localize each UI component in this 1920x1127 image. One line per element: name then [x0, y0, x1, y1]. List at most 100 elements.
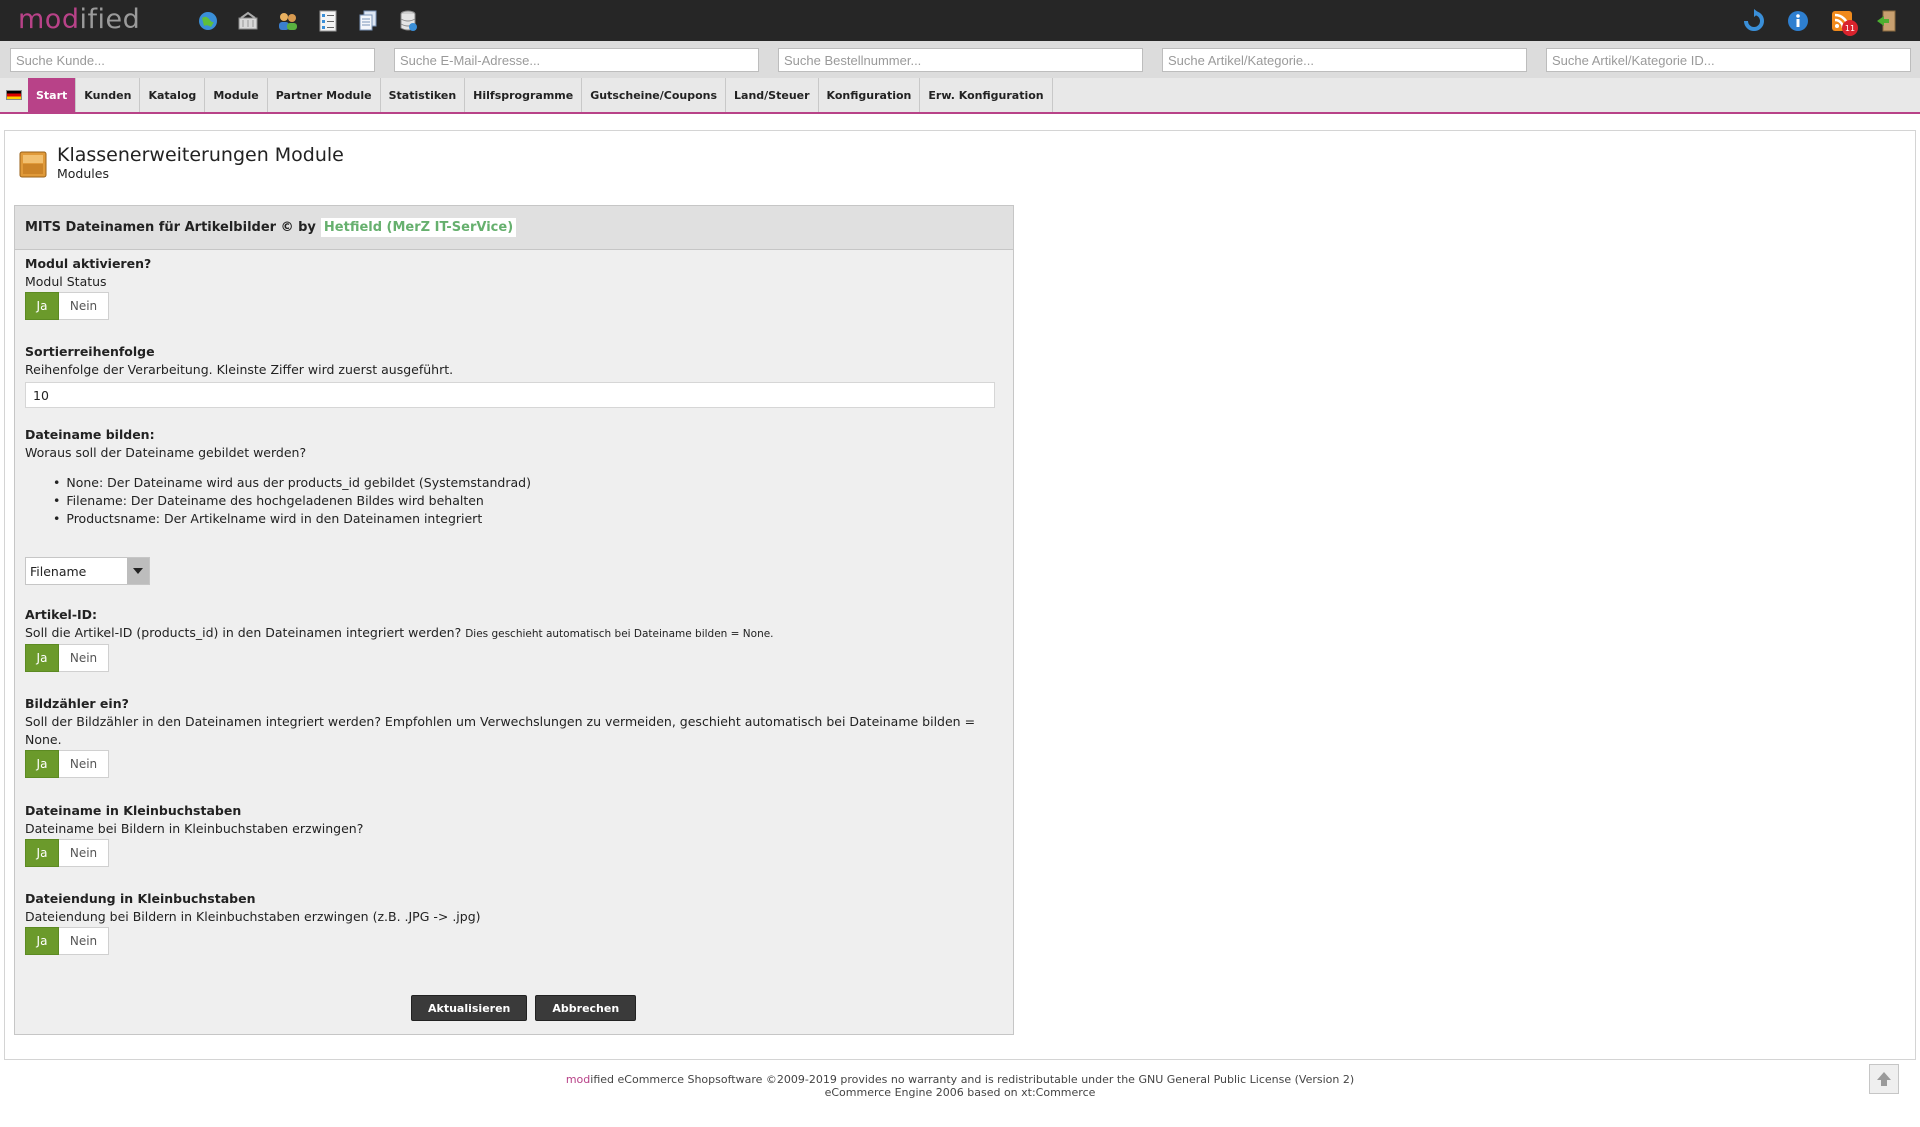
rss-count-badge: 11: [1842, 20, 1858, 36]
toggle-yes-button[interactable]: Ja: [25, 839, 59, 867]
field-desc: Woraus soll der Dateiname gebildet werde…: [25, 445, 307, 460]
nav-partner-module[interactable]: Partner Module: [268, 78, 381, 112]
field-label: Modul aktivieren?: [25, 256, 152, 271]
field-desc: Soll die Artikel-ID (products_id) in den…: [25, 624, 774, 643]
database-icon[interactable]: [394, 9, 422, 33]
lower-ext-toggle: Ja Nein: [25, 927, 481, 955]
field-desc: Dateiendung bei Bildern in Kleinbuchstab…: [25, 909, 481, 924]
field-label: Dateiname bilden:: [25, 427, 155, 442]
list-item: None: Der Dateiname wird aus der product…: [53, 474, 531, 492]
language-flag-icon[interactable]: [0, 78, 28, 112]
refresh-icon[interactable]: [1740, 8, 1768, 34]
search-email-input[interactable]: [394, 48, 759, 72]
footer-line-2: eCommerce Engine 2006 based on xt:Commer…: [824, 1086, 1096, 1099]
toggle-yes-button[interactable]: Ja: [25, 644, 59, 672]
globe-icon[interactable]: [194, 9, 222, 33]
page-subtitle: Modules: [57, 166, 109, 181]
field-note: Dies geschieht automatisch bei Dateiname…: [465, 628, 774, 640]
info-icon[interactable]: [1784, 8, 1812, 34]
users-icon[interactable]: [274, 9, 302, 33]
logo-ified-text: ified: [79, 4, 141, 35]
top-bar: modified 11: [0, 0, 1920, 41]
logout-icon[interactable]: [1872, 8, 1900, 34]
form-actions: Aktualisieren Abbrechen: [411, 995, 637, 1021]
toggle-no-button[interactable]: Nein: [59, 927, 109, 955]
filename-select[interactable]: Filename: [25, 557, 150, 585]
nav-kunden[interactable]: Kunden: [76, 78, 141, 112]
nav-statistiken[interactable]: Statistiken: [381, 78, 466, 112]
select-value: Filename: [30, 563, 87, 579]
field-lower-ext: Dateiendung in Kleinbuchstaben Dateiendu…: [25, 890, 481, 955]
footer-line-1: modified eCommerce Shopsoftware ©2009-20…: [0, 1073, 1920, 1086]
search-bar: [0, 41, 1920, 78]
article-id-toggle: Ja Nein: [25, 644, 774, 672]
footer-brand: mod: [565, 1073, 591, 1086]
field-desc: Modul Status: [25, 274, 107, 289]
field-filename: Dateiname bilden: Woraus soll der Datein…: [25, 426, 531, 528]
search-order-input[interactable]: [778, 48, 1143, 72]
cancel-button[interactable]: Abbrechen: [535, 995, 637, 1021]
toggle-no-button[interactable]: Nein: [59, 839, 109, 867]
page-title: Klassenerweiterungen Module: [57, 144, 344, 166]
documents-icon[interactable]: [354, 9, 382, 33]
footer: modified eCommerce Shopsoftware ©2009-20…: [0, 1073, 1920, 1099]
field-label: Dateiname in Kleinbuchstaben: [25, 803, 242, 818]
box-header: MITS Dateinamen für Artikelbilder © by H…: [15, 206, 1013, 250]
toggle-yes-button[interactable]: Ja: [25, 927, 59, 955]
lower-name-toggle: Ja Nein: [25, 839, 363, 867]
page-header: Klassenerweiterungen Module Modules: [18, 143, 344, 181]
nav-module[interactable]: Module: [205, 78, 268, 112]
footer-text: ified eCommerce Shopsoftware ©2009-2019 …: [590, 1073, 1355, 1086]
search-article-id-input[interactable]: [1546, 48, 1911, 72]
list-item: Filename: Der Dateiname des hochgeladene…: [53, 492, 531, 510]
author-link[interactable]: Hetfield (MerZ IT-SerVice): [320, 218, 517, 237]
box-title: MITS Dateinamen für Artikelbilder © by: [25, 220, 316, 235]
field-counter: Bildzähler ein? Soll der Bildzähler in d…: [25, 695, 975, 778]
list-icon[interactable]: [314, 9, 342, 33]
nav-start[interactable]: Start: [28, 78, 77, 112]
right-icons: 11: [1740, 8, 1900, 36]
field-label: Sortierreihenfolge: [25, 344, 155, 359]
nav-erw-konfiguration[interactable]: Erw. Konfiguration: [920, 78, 1053, 112]
sort-order-input[interactable]: 10: [25, 382, 995, 408]
field-lower-name: Dateiname in Kleinbuchstaben Dateiname b…: [25, 802, 363, 867]
field-desc: Reihenfolge der Verarbeitung. Kleinste Z…: [25, 362, 454, 377]
field-status: Modul aktivieren? Modul Status Ja Nein: [25, 255, 151, 320]
field-label: Dateiendung in Kleinbuchstaben: [25, 891, 256, 906]
basket-icon[interactable]: [234, 9, 262, 33]
nav-konfiguration[interactable]: Konfiguration: [819, 78, 921, 112]
toggle-no-button[interactable]: Nein: [59, 644, 109, 672]
rss-icon[interactable]: 11: [1828, 8, 1858, 36]
main-nav: Start Kunden Katalog Module Partner Modu…: [0, 78, 1920, 114]
chevron-down-icon[interactable]: [127, 558, 149, 584]
search-article-input[interactable]: [1162, 48, 1527, 72]
nav-hilfsprogramme[interactable]: Hilfsprogramme: [465, 78, 583, 112]
nav-land-steuer[interactable]: Land/Steuer: [726, 78, 819, 112]
toggle-no-button[interactable]: Nein: [59, 292, 109, 320]
field-desc-text: Soll die Artikel-ID (products_id) in den…: [25, 625, 462, 640]
nav-katalog[interactable]: Katalog: [140, 78, 206, 112]
counter-toggle: Ja Nein: [25, 750, 975, 778]
module-box-icon: [19, 151, 47, 178]
nav-gutscheine[interactable]: Gutscheine/Coupons: [582, 78, 727, 112]
module-settings-box: MITS Dateinamen für Artikelbilder © by H…: [14, 205, 1014, 1035]
toggle-yes-button[interactable]: Ja: [25, 750, 59, 778]
search-customer-input[interactable]: [10, 48, 375, 72]
field-desc: Dateiname bei Bildern in Kleinbuchstaben…: [25, 821, 364, 836]
arrow-up-icon: [1877, 1072, 1891, 1086]
update-button[interactable]: Aktualisieren: [411, 995, 528, 1021]
toggle-no-button[interactable]: Nein: [59, 750, 109, 778]
field-sort: Sortierreihenfolge Reihenfolge der Verar…: [25, 343, 995, 408]
field-label: Bildzähler ein?: [25, 696, 129, 711]
filename-select-wrap: Filename: [25, 557, 150, 585]
main-panel: Klassenerweiterungen Module Modules MITS…: [4, 130, 1916, 1060]
field-desc: Soll der Bildzähler in den Dateinamen in…: [25, 714, 976, 729]
scroll-to-top-button[interactable]: [1869, 1064, 1899, 1094]
toggle-yes-button[interactable]: Ja: [25, 292, 59, 320]
quick-icons: [194, 9, 422, 33]
field-desc-cont: None.: [25, 732, 62, 747]
list-item: Productsname: Der Artikelname wird in de…: [53, 510, 531, 528]
logo[interactable]: modified: [18, 4, 140, 35]
status-toggle: Ja Nein: [25, 292, 151, 320]
field-label: Artikel-ID:: [25, 607, 98, 622]
